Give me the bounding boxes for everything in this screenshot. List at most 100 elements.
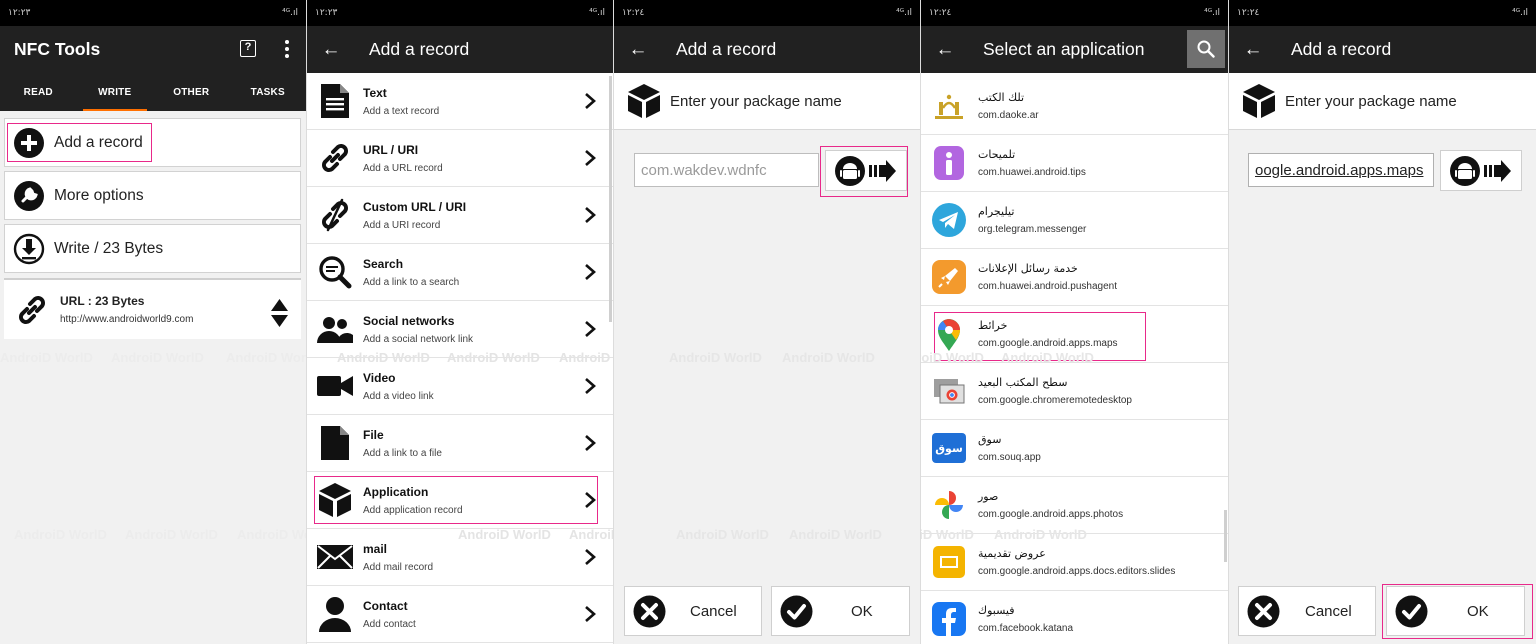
watermark: AndroiD WorlD [669,350,762,365]
record-type-custom-url[interactable]: Custom URL / URI Add a URI record [307,187,613,244]
record-type-application[interactable]: Application Add application record [307,472,613,529]
app-icon-pushagent [931,259,967,295]
back-arrow-icon[interactable]: ← [1229,26,1277,73]
record-type-file[interactable]: File Add a link to a file [307,415,613,472]
app-package: org.telegram.messenger [978,224,1087,235]
back-arrow-icon[interactable]: ← [614,26,662,73]
chevron-right-icon [585,606,596,622]
add-circle-icon [14,127,44,158]
write-label: Write / 23 Bytes [54,239,164,257]
more-options-button[interactable]: More options [4,171,301,220]
ok-label: OK [851,602,873,620]
app-name: خرائط [978,319,1008,332]
record-subtitle: Add a URI record [363,219,441,231]
contact-icon [319,597,351,632]
app-package: com.facebook.katana [978,623,1074,634]
ok-button[interactable]: OK [1386,586,1525,636]
record-subtitle: Add a URL record [363,162,443,174]
record-title: Custom URL / URI [363,199,467,214]
record-subtitle: Add mail record [363,561,434,573]
app-package: com.google.android.apps.photos [978,509,1124,520]
package-name-filled-screen: ١٢:٢٤ ⁴ᴳ.ıl ← Add a record Enter your pa… [1229,0,1536,644]
select-application-button[interactable] [1440,150,1522,191]
tab-tasks[interactable]: TASKS [230,73,307,111]
app-list-item[interactable]: تلك الكتب com.daoke.ar [921,78,1228,135]
app-bar: ← Select an application [921,26,1228,73]
app-list-item[interactable]: عروض تقديمية com.google.android.apps.docs… [921,534,1228,591]
watermark: AndroiD WorlD [237,527,306,542]
app-list-item[interactable]: صور com.google.android.apps.photos [921,477,1228,534]
record-type-text[interactable]: Text Add a text record [307,73,613,130]
close-circle-icon [633,595,666,628]
record-type-video[interactable]: Video Add a video link [307,358,613,415]
status-time: ١٢:٢٣ [8,8,31,18]
search-button[interactable] [1187,30,1225,68]
add-record-list-screen: ١٢:٢٣ ⁴ᴳ.ıl ← Add a record Text Add a tex… [307,0,613,644]
record-title: Application [363,484,429,499]
package-name-input[interactable]: com.wakdev.wdnfc [634,153,819,187]
ok-label: OK [1467,602,1489,620]
help-icon[interactable]: ? [240,40,256,57]
record-title: mail [363,541,388,556]
app-list-item[interactable]: سطح المكتب البعيد com.google.chromeremote… [921,363,1228,420]
app-name: عروض تقديمية [978,547,1046,560]
app-list-item[interactable]: خدمة رسائل الإعلانات com.huawei.android.p… [921,249,1228,306]
watermark: AndroiD WorlD [782,350,875,365]
back-arrow-icon[interactable]: ← [921,26,969,73]
cancel-button[interactable]: Cancel [624,586,762,636]
scrollbar[interactable] [1224,510,1227,562]
record-type-url[interactable]: URL / URI Add a URL record [307,130,613,187]
search-icon [1197,40,1215,58]
app-list-item[interactable]: تلميحات com.huawei.android.tips [921,135,1228,192]
watermark: AndroiD WorlD [226,350,306,365]
app-icon-facebook [931,601,967,637]
more-options-label: More options [54,186,144,204]
app-list-item-maps[interactable]: خرائط com.google.android.apps.maps [921,306,1228,363]
add-record-button[interactable]: Add a record [4,118,301,167]
watermark: AndroiD WorlD [14,527,107,542]
sort-icon[interactable] [271,299,288,327]
app-icon-tips [931,145,967,181]
status-time: ١٢:٢٣ [315,8,338,18]
status-time: ١٢:٢٤ [622,8,645,18]
cancel-button[interactable]: Cancel [1238,586,1376,636]
record-subtitle: Add contact [363,618,416,630]
tab-other[interactable]: OTHER [153,73,230,111]
url-record-title: URL : 23 Bytes [60,294,145,308]
check-circle-icon [780,595,813,628]
scrollbar[interactable] [609,76,612,322]
watermark: AndroiD WorlD [789,527,882,542]
select-application-button[interactable] [825,150,907,191]
nfc-tools-screen: ١٢:٢٣ ⁴ᴳ.ıl NFC Tools ? READ WRITE OTHER… [0,0,306,644]
status-bar: ١٢:٢٤ ⁴ᴳ.ıl [614,0,920,26]
app-package: com.google.chromeremotedesktop [978,395,1132,406]
svg-text:سوق: سوق [935,442,963,455]
app-icon-souq: سوق [931,430,967,466]
text-file-icon [321,84,349,118]
tab-write[interactable]: WRITE [77,73,154,111]
record-title: Search [363,256,404,271]
page-title: Select an application [983,39,1145,59]
record-subtitle: Add a video link [363,390,434,402]
package-name-input[interactable]: oogle.android.apps.maps [1248,153,1434,187]
app-list-item[interactable]: سوق سوق com.souq.app [921,420,1228,477]
record-type-search[interactable]: Search Add a link to a search [307,244,613,301]
tab-read[interactable]: READ [0,73,77,111]
app-package: com.huawei.android.tips [978,167,1086,178]
kebab-menu-icon[interactable] [284,40,290,58]
app-list-item[interactable]: فيسبوك com.facebook.katana [921,591,1228,644]
record-type-contact[interactable]: Contact Add contact [307,586,613,643]
write-button[interactable]: Write / 23 Bytes [4,224,301,273]
chevron-right-icon [585,549,596,565]
ok-button[interactable]: OK [771,586,910,636]
url-record-card[interactable]: URL : 23 Bytes http://www.androidworld9.… [4,280,301,339]
record-type-social-networks[interactable]: Social networks Add a social network link [307,301,613,358]
app-list-item[interactable]: تيليجرام org.telegram.messenger [921,192,1228,249]
mail-icon [317,545,353,569]
app-icon-chrome-remote-desktop [931,373,967,409]
cube-icon [1243,84,1275,118]
record-type-mail[interactable]: mail Add mail record [307,529,613,586]
app-bar: ← Add a record [614,26,920,73]
back-arrow-icon[interactable]: ← [307,26,355,73]
chevron-right-icon [585,492,596,508]
